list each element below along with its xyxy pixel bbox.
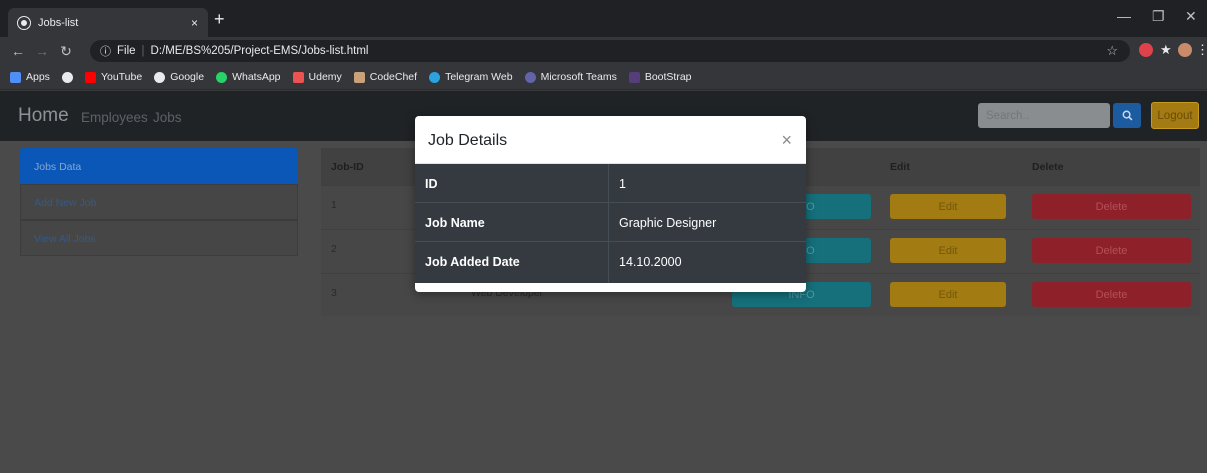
bookmark-star-icon[interactable]: ☆	[1106, 43, 1118, 59]
search-input[interactable]	[978, 103, 1110, 128]
job-id-cell: 1	[331, 199, 337, 211]
navbar-brand[interactable]: Home	[18, 105, 69, 127]
apps-grid-icon	[10, 71, 21, 83]
bookmark-label: WhatsApp	[232, 71, 281, 83]
bootstrap-icon	[628, 71, 640, 83]
detail-row: Job Name Graphic Designer	[415, 203, 806, 242]
teams-icon	[524, 71, 536, 83]
header-job-id: Job-ID	[331, 161, 364, 173]
bookmark-globe[interactable]	[61, 71, 73, 83]
detail-row: Job Added Date 14.10.2000	[415, 242, 806, 283]
tab-close-icon[interactable]: ×	[191, 16, 198, 30]
url-bar[interactable]: ⓘ File | D:/ME/BS%205/Project-EMS/Jobs-l…	[90, 40, 1130, 62]
forward-icon[interactable]: →	[30, 43, 54, 59]
url-text: D:/ME/BS%205/Project-EMS/Jobs-list.html	[150, 45, 369, 57]
modal-header: Job Details ×	[415, 116, 806, 164]
window-close-icon[interactable]: ✕	[1185, 8, 1197, 25]
google-icon	[154, 71, 166, 83]
bookmark-bootstrap[interactable]: BootStrap	[628, 71, 692, 83]
bookmark-label: Telegram Web	[445, 71, 513, 83]
header-edit: Edit	[890, 161, 910, 173]
browser-tab-strip: Jobs-list × + — ❐ ✕	[0, 0, 1207, 37]
job-details-table: ID 1 Job Name Graphic Designer Job Added…	[415, 164, 806, 283]
bookmark-apps[interactable]: Apps	[10, 71, 50, 83]
bookmark-teams[interactable]: Microsoft Teams	[524, 71, 617, 83]
detail-value: 14.10.2000	[619, 255, 682, 269]
browser-menu-icon[interactable]: ⋮	[1196, 42, 1207, 57]
bookmark-label: YouTube	[100, 71, 143, 83]
nav-link-employees[interactable]: Employees	[81, 110, 148, 125]
edit-button[interactable]: Edit	[890, 194, 1006, 219]
youtube-icon	[84, 71, 96, 83]
bookmark-label: BootStrap	[644, 71, 692, 83]
modal-title: Job Details	[428, 132, 508, 149]
url-scheme: File	[117, 45, 136, 57]
bookmark-whatsapp[interactable]: WhatsApp	[216, 71, 281, 83]
bookmark-label: Microsoft Teams	[540, 71, 617, 83]
detail-label: Job Added Date	[415, 242, 609, 283]
telegram-icon	[429, 71, 441, 83]
ublock-extension-icon[interactable]	[1139, 43, 1153, 57]
logout-button[interactable]: Logout	[1151, 102, 1199, 129]
browser-tab[interactable]: Jobs-list ×	[8, 8, 208, 37]
info-icon: ⓘ	[100, 46, 111, 58]
nav-link-jobs[interactable]: Jobs	[153, 110, 182, 125]
header-delete: Delete	[1032, 161, 1064, 173]
tab-title: Jobs-list	[38, 16, 79, 29]
bookmark-google[interactable]: Google	[154, 71, 204, 83]
detail-row: ID 1	[415, 164, 806, 203]
extensions-puzzle-icon[interactable]: ★	[1160, 42, 1174, 57]
detail-value: Graphic Designer	[619, 216, 717, 230]
delete-button[interactable]: Delete	[1032, 194, 1191, 219]
maximize-icon[interactable]: ❐	[1152, 8, 1165, 25]
sidebar-item-add-new-job[interactable]: Add New Job	[20, 184, 298, 220]
detail-label: Job Name	[415, 203, 609, 241]
job-details-modal: Job Details × ID 1 Job Name Graphic Desi…	[415, 116, 806, 292]
bookmark-label: Google	[170, 71, 205, 83]
minimize-icon[interactable]: —	[1117, 8, 1131, 24]
back-icon[interactable]: ←	[6, 43, 30, 59]
detail-value: 1	[619, 177, 626, 191]
sidebar: Jobs Data Add New Job View All Jobs	[20, 148, 298, 256]
url-separator: |	[141, 45, 145, 57]
bookmark-telegram[interactable]: Telegram Web	[429, 71, 513, 83]
bookmark-label: Apps	[26, 71, 50, 83]
bookmark-youtube[interactable]: YouTube	[84, 71, 143, 83]
whatsapp-icon	[216, 71, 228, 83]
delete-button[interactable]: Delete	[1032, 282, 1191, 307]
globe-icon	[18, 16, 30, 29]
bookmark-label: CodeChef	[369, 71, 418, 83]
codechef-icon	[353, 71, 365, 83]
address-toolbar: ← → ↻ ⓘ File | D:/ME/BS%205/Project-EMS/…	[0, 37, 1207, 65]
search-button[interactable]	[1113, 103, 1141, 128]
udemy-icon	[292, 71, 304, 83]
bookmark-label: Udemy	[308, 71, 342, 83]
job-id-cell: 2	[331, 243, 337, 255]
reload-icon[interactable]: ↻	[54, 43, 78, 60]
edit-button[interactable]: Edit	[890, 282, 1006, 307]
delete-button[interactable]: Delete	[1032, 238, 1191, 263]
detail-label: ID	[415, 164, 609, 202]
edit-button[interactable]: Edit	[890, 238, 1006, 263]
bookmark-codechef[interactable]: CodeChef	[353, 71, 418, 83]
sidebar-item-view-all-jobs[interactable]: View All Jobs	[20, 220, 298, 256]
globe-icon	[61, 71, 73, 83]
new-tab-button[interactable]: +	[214, 10, 225, 28]
modal-close-icon[interactable]: ×	[781, 130, 792, 151]
job-id-cell: 3	[331, 287, 337, 299]
bookmarks-bar: Apps YouTube Google WhatsApp Udemy CodeC…	[0, 65, 1207, 90]
search-icon	[1122, 110, 1132, 121]
profile-avatar[interactable]	[1178, 43, 1192, 57]
sidebar-item-jobs-data[interactable]: Jobs Data	[20, 148, 298, 184]
bookmark-udemy[interactable]: Udemy	[292, 71, 342, 83]
